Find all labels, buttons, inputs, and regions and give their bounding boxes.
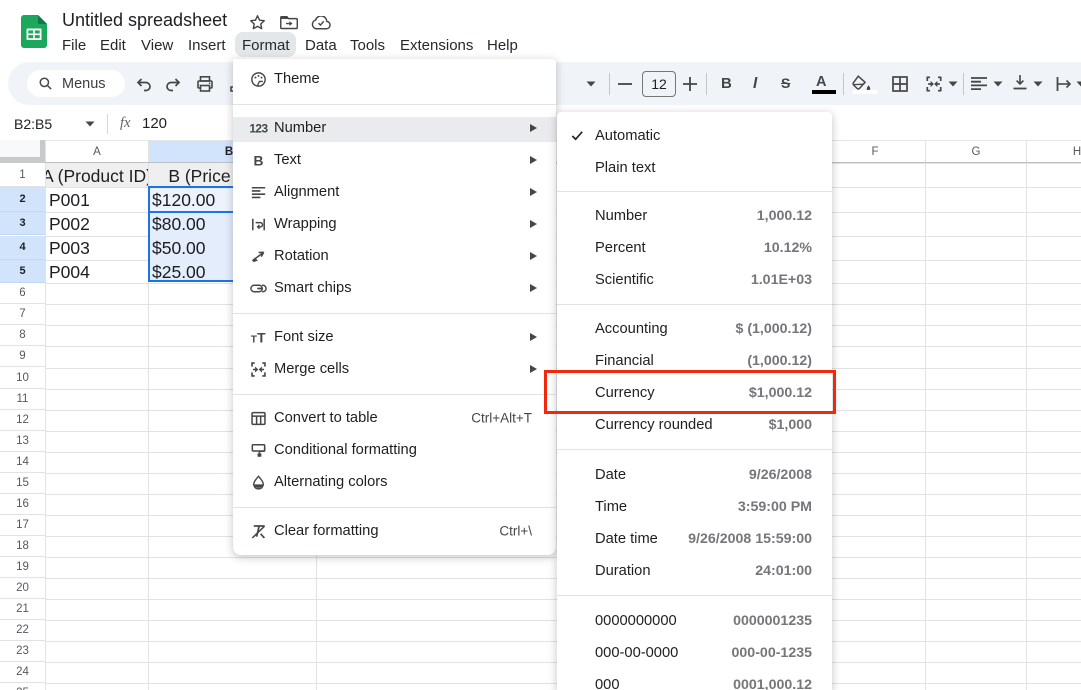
svg-text:T: T [257, 330, 266, 345]
svg-text:T: T [251, 334, 257, 345]
svg-text:B: B [254, 153, 264, 168]
svg-text:123: 123 [249, 121, 268, 135]
